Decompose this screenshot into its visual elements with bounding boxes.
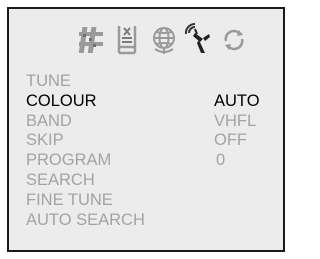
channel-tuning-antenna-icon[interactable] — [181, 23, 215, 57]
menu-item-value: VHFL — [214, 111, 257, 130]
menu-item-program[interactable]: PROGRAM 0 — [26, 151, 286, 171]
menu-item-auto-search[interactable]: AUTO SEARCH — [26, 211, 286, 231]
menu-item-label: PROGRAM — [26, 151, 112, 170]
language-globe-icon[interactable] — [147, 23, 181, 57]
tuning-menu-list: TUNE COLOUR AUTO BAND VHFL SKIP OFF PROG… — [26, 72, 286, 230]
picture-settings-icon[interactable] — [75, 23, 109, 57]
menu-item-search[interactable]: SEARCH — [26, 171, 286, 191]
menu-item-value: 0 — [216, 151, 226, 170]
menu-item-fine-tune[interactable]: FINE TUNE — [26, 191, 286, 211]
menu-item-label: COLOUR — [26, 91, 97, 110]
menu-item-label: SEARCH — [26, 170, 95, 189]
menu-item-band[interactable]: BAND VHFL — [26, 112, 286, 132]
menu-item-label: BAND — [26, 111, 72, 130]
sound-settings-icon[interactable] — [111, 23, 145, 57]
menu-item-label: AUTO SEARCH — [26, 210, 145, 229]
menu-item-value: OFF — [214, 131, 247, 150]
menu-item-label: TUNE — [26, 72, 71, 90]
tv-osd-menu-panel: TUNE COLOUR AUTO BAND VHFL SKIP OFF PROG… — [7, 7, 285, 252]
menu-item-colour[interactable]: COLOUR AUTO — [26, 92, 286, 112]
menu-item-label: FINE TUNE — [26, 190, 113, 209]
menu-item-skip[interactable]: SKIP OFF — [26, 131, 286, 151]
menu-icon-bar — [9, 23, 283, 63]
menu-item-value: AUTO — [214, 91, 260, 110]
refresh-function-icon[interactable] — [217, 23, 251, 57]
menu-item-label: SKIP — [26, 131, 64, 150]
menu-item-tune[interactable]: TUNE — [26, 72, 286, 92]
